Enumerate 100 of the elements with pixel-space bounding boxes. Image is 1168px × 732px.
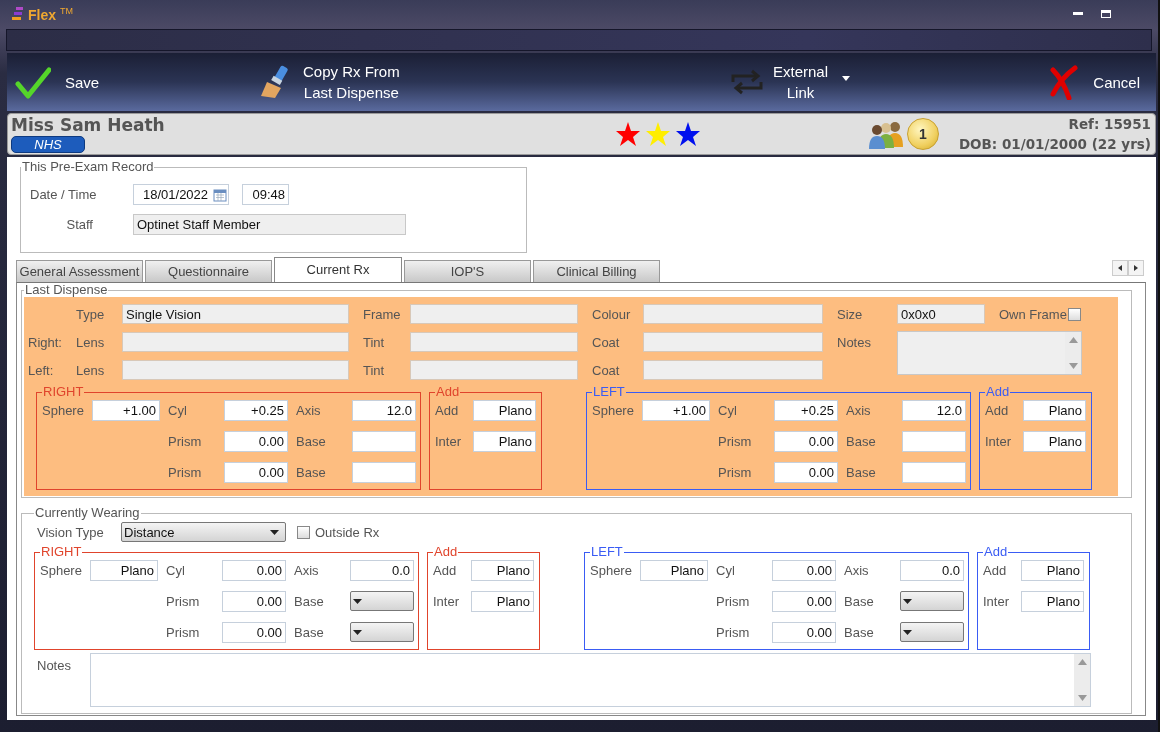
dropdown[interactable] — [900, 591, 964, 611]
field-label: Tint — [362, 362, 386, 378]
toolbar-button[interactable]: Cancel — [1047, 64, 1140, 100]
field-label: Inter — [983, 593, 1010, 609]
input-field[interactable]: 0.00 — [772, 621, 836, 643]
field-label: Inter — [433, 593, 460, 609]
input-field[interactable] — [902, 430, 966, 452]
input-field[interactable]: 0.00 — [774, 430, 838, 452]
toolbar-button[interactable]: External Link — [729, 61, 851, 103]
field-label: Colour — [591, 306, 632, 322]
input-field[interactable]: 0.00 — [774, 461, 838, 483]
scroll-down-icon[interactable] — [1077, 695, 1087, 701]
field-label: Coat — [591, 334, 621, 350]
field-label: Prism — [165, 593, 201, 609]
input-field[interactable]: 0.00 — [222, 621, 286, 643]
input-field[interactable]: +0.25 — [224, 399, 288, 421]
input-field[interactable]: 0.00 — [224, 461, 288, 483]
input-field[interactable] — [352, 461, 416, 483]
field-label: Cyl — [715, 562, 736, 578]
field-label: Base — [843, 624, 875, 640]
group-label: Add — [435, 385, 461, 399]
field-label: Coat — [591, 362, 621, 378]
field-label: Cyl — [717, 402, 738, 418]
group-label: This Pre-Exam Record — [21, 160, 155, 174]
input-field[interactable]: 0.0 — [900, 559, 964, 581]
scroll-left-icon[interactable] — [1112, 260, 1128, 276]
input-field[interactable]: 0.00 — [224, 430, 288, 452]
input-field[interactable]: Plano — [473, 430, 536, 452]
input-field[interactable]: Plano — [1023, 399, 1086, 421]
field-label: Add — [435, 402, 460, 418]
caret-icon — [903, 629, 912, 635]
input-field[interactable]: +1.00 — [92, 399, 160, 421]
caret-icon — [270, 529, 279, 535]
tab[interactable]: Questionnaire — [145, 260, 272, 282]
field-label: Notes — [836, 334, 872, 350]
input-field[interactable]: Optinet Staff Member — [133, 214, 406, 235]
notes-field[interactable] — [90, 653, 1091, 707]
field-label: Prism — [717, 433, 753, 449]
input-field[interactable]: Plano — [473, 399, 536, 421]
input-field[interactable]: 0.0 — [350, 559, 414, 581]
tab[interactable]: Clinical Billing — [533, 260, 660, 282]
logo-icon — [10, 6, 24, 22]
field-label: Prism — [167, 464, 203, 480]
time-field[interactable]: 09:48 — [242, 184, 289, 205]
patient-dob: DOB: 01/01/2000 (22 yrs) — [958, 135, 1151, 154]
field-label: Axis — [293, 562, 320, 578]
field-label: Add — [985, 402, 1010, 418]
input-field[interactable] — [902, 461, 966, 483]
tab[interactable]: Current Rx — [274, 257, 402, 282]
checkbox[interactable] — [297, 525, 310, 539]
field-label: Inter — [435, 433, 462, 449]
input-field[interactable]: Plano — [640, 559, 708, 581]
input-field[interactable]: 12.0 — [902, 399, 966, 421]
tab[interactable]: General Assessment — [16, 260, 143, 282]
field-label: Prism — [165, 624, 201, 640]
input-field[interactable]: Plano — [1023, 430, 1086, 452]
input-field[interactable]: 0.00 — [772, 559, 836, 581]
date-field[interactable]: 18/01/2022 — [133, 184, 229, 205]
field-label: Base — [295, 464, 327, 480]
field-label: Axis — [843, 562, 870, 578]
field-label: Size — [836, 306, 864, 322]
toolbar-button[interactable]: Copy Rx From Last Dispense — [257, 61, 729, 103]
checkbox[interactable] — [1068, 307, 1081, 321]
input-field[interactable]: +1.00 — [642, 399, 710, 421]
scrollbar[interactable] — [1074, 654, 1090, 706]
window-title: Flex $^{TM}$ — [28, 5, 73, 23]
group-label: Add — [983, 545, 1009, 559]
dropdown[interactable]: Distance — [121, 522, 286, 542]
field-label: Right: — [28, 334, 63, 350]
input-field[interactable] — [352, 430, 416, 452]
tab[interactable]: IOP'S — [404, 260, 531, 282]
input-field[interactable]: Plano — [90, 559, 158, 581]
dropdown[interactable] — [900, 622, 964, 642]
input-field[interactable]: Plano — [1021, 590, 1084, 612]
group-label: RIGHT — [42, 385, 85, 399]
people-icon — [866, 119, 905, 149]
input-field[interactable]: 0.00 — [222, 590, 286, 612]
input-field[interactable]: 0.00 — [772, 590, 836, 612]
input-field[interactable]: Plano — [471, 559, 534, 581]
maximize-icon[interactable] — [1100, 9, 1112, 19]
checkbox-label: Outside Rx — [315, 524, 380, 540]
field-label: Base — [293, 593, 325, 609]
input-field[interactable]: +0.25 — [774, 399, 838, 421]
dropdown[interactable] — [350, 622, 414, 642]
input-field[interactable]: Plano — [1021, 559, 1084, 581]
field-label: Own Frame — [998, 306, 1068, 322]
input-field[interactable]: 12.0 — [352, 399, 416, 421]
scroll-right-icon[interactable] — [1128, 260, 1144, 276]
nhs-badge: NHS — [11, 136, 85, 153]
dropdown[interactable] — [350, 591, 414, 611]
group-label: RIGHT — [40, 545, 83, 559]
caret-icon — [353, 598, 362, 604]
calendar-icon[interactable] — [213, 187, 227, 202]
field-label: Date / Time — [30, 187, 98, 202]
toolbar-button[interactable]: Save — [15, 64, 257, 100]
input-field[interactable]: Plano — [471, 590, 534, 612]
patient-ref: Ref: 15951 — [1068, 115, 1151, 134]
input-field[interactable]: 0.00 — [222, 559, 286, 581]
field-label: Type — [76, 306, 106, 322]
scroll-up-icon[interactable] — [1077, 659, 1087, 665]
